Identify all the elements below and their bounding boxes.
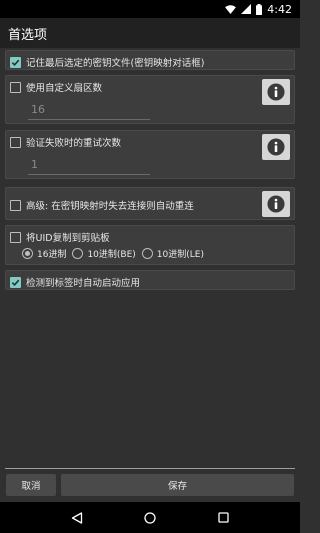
radio-dec-le[interactable]: 10进制(LE)	[141, 247, 204, 260]
save-button[interactable]: 保存	[61, 474, 294, 496]
clock: 4:42	[267, 2, 292, 16]
action-bar: 首选项	[0, 18, 300, 48]
custom-sector-count-checkbox-row[interactable]: 使用自定义扇区数	[10, 80, 102, 94]
option-remember-key-file: 记住最后选定的密钥文件(密钥映射对话框)	[5, 50, 295, 70]
auth-retry-checkbox-row[interactable]: 验证失败时的重试次数	[10, 135, 121, 149]
option-auth-retry: 验证失败时的重试次数 1	[5, 130, 295, 179]
checkbox-unchecked-icon[interactable]	[10, 199, 21, 211]
custom-sector-count-label: 使用自定义扇区数	[26, 83, 103, 94]
uid-format-radio-group: 16进制 10进制(BE) 10进制(LE)	[22, 247, 204, 260]
auto-reconnect-info-button[interactable]	[262, 191, 290, 217]
copy-uid-label: 将UID复制到剪贴板	[26, 233, 110, 244]
sector-count-info-button[interactable]	[262, 79, 290, 105]
option-copy-uid: 将UID复制到剪贴板 16进制 10进制(BE) 10进制(LE)	[5, 225, 295, 265]
signal-icon	[241, 4, 252, 14]
cancel-button[interactable]: 取消	[6, 474, 56, 496]
radio-dec-be[interactable]: 10进制(BE)	[72, 247, 136, 260]
option-custom-sector-count: 使用自定义扇区数 16	[5, 75, 295, 124]
radio-dec-be-label: 10进制(BE)	[87, 250, 136, 260]
option-auto-start-on-tag: 检测到标签时自动启动应用	[5, 270, 295, 290]
divider	[5, 468, 295, 469]
sector-count-input[interactable]: 16	[28, 102, 150, 120]
home-nav-icon[interactable]	[144, 511, 157, 524]
preferences-list: 记住最后选定的密钥文件(密钥映射对话框) 使用自定义扇区数 16 验证失败时的重…	[0, 48, 300, 468]
auto-start-label: 检测到标签时自动启动应用	[26, 278, 141, 289]
auto-start-checkbox-row[interactable]: 检测到标签时自动启动应用	[10, 275, 140, 289]
radio-dec-le-label: 10进制(LE)	[156, 250, 204, 260]
radio-hex[interactable]: 16进制	[22, 247, 66, 260]
checkbox-unchecked-icon[interactable]	[10, 81, 21, 93]
checkbox-checked-icon[interactable]	[10, 56, 21, 68]
recents-nav-icon[interactable]	[218, 512, 229, 523]
copy-uid-checkbox-row[interactable]: 将UID复制到剪贴板	[10, 230, 110, 244]
radio-hex-label: 16进制	[37, 250, 67, 260]
checkbox-unchecked-icon[interactable]	[10, 136, 21, 148]
auth-retry-label: 验证失败时的重试次数	[26, 138, 122, 149]
radio-selected-icon[interactable]	[22, 248, 33, 259]
info-icon	[267, 195, 285, 213]
auth-retry-info-button[interactable]	[262, 134, 290, 160]
auth-retry-input[interactable]: 1	[28, 157, 150, 175]
radio-unselected-icon[interactable]	[141, 248, 153, 259]
option-auto-reconnect: 高级: 在密钥映射时失去连接则自动重连	[5, 187, 295, 220]
info-icon	[267, 83, 285, 101]
info-icon	[267, 138, 285, 156]
checkbox-unchecked-icon[interactable]	[10, 231, 21, 243]
remember-key-file-label: 记住最后选定的密钥文件(密钥映射对话框)	[26, 58, 205, 69]
battery-icon	[256, 3, 263, 15]
page-title: 首选项	[8, 27, 48, 43]
wifi-icon	[225, 4, 237, 14]
auto-reconnect-checkbox-row[interactable]: 高级: 在密钥映射时失去连接则自动重连	[10, 198, 194, 212]
radio-unselected-icon[interactable]	[72, 248, 84, 259]
auto-reconnect-label: 高级: 在密钥映射时失去连接则自动重连	[26, 201, 194, 212]
back-nav-icon[interactable]	[71, 511, 83, 524]
status-bar: 4:42	[0, 0, 300, 18]
checkbox-checked-icon[interactable]	[10, 276, 21, 288]
navigation-bar	[0, 502, 300, 533]
remember-key-file-checkbox-row[interactable]: 记住最后选定的密钥文件(密钥映射对话框)	[10, 55, 204, 69]
